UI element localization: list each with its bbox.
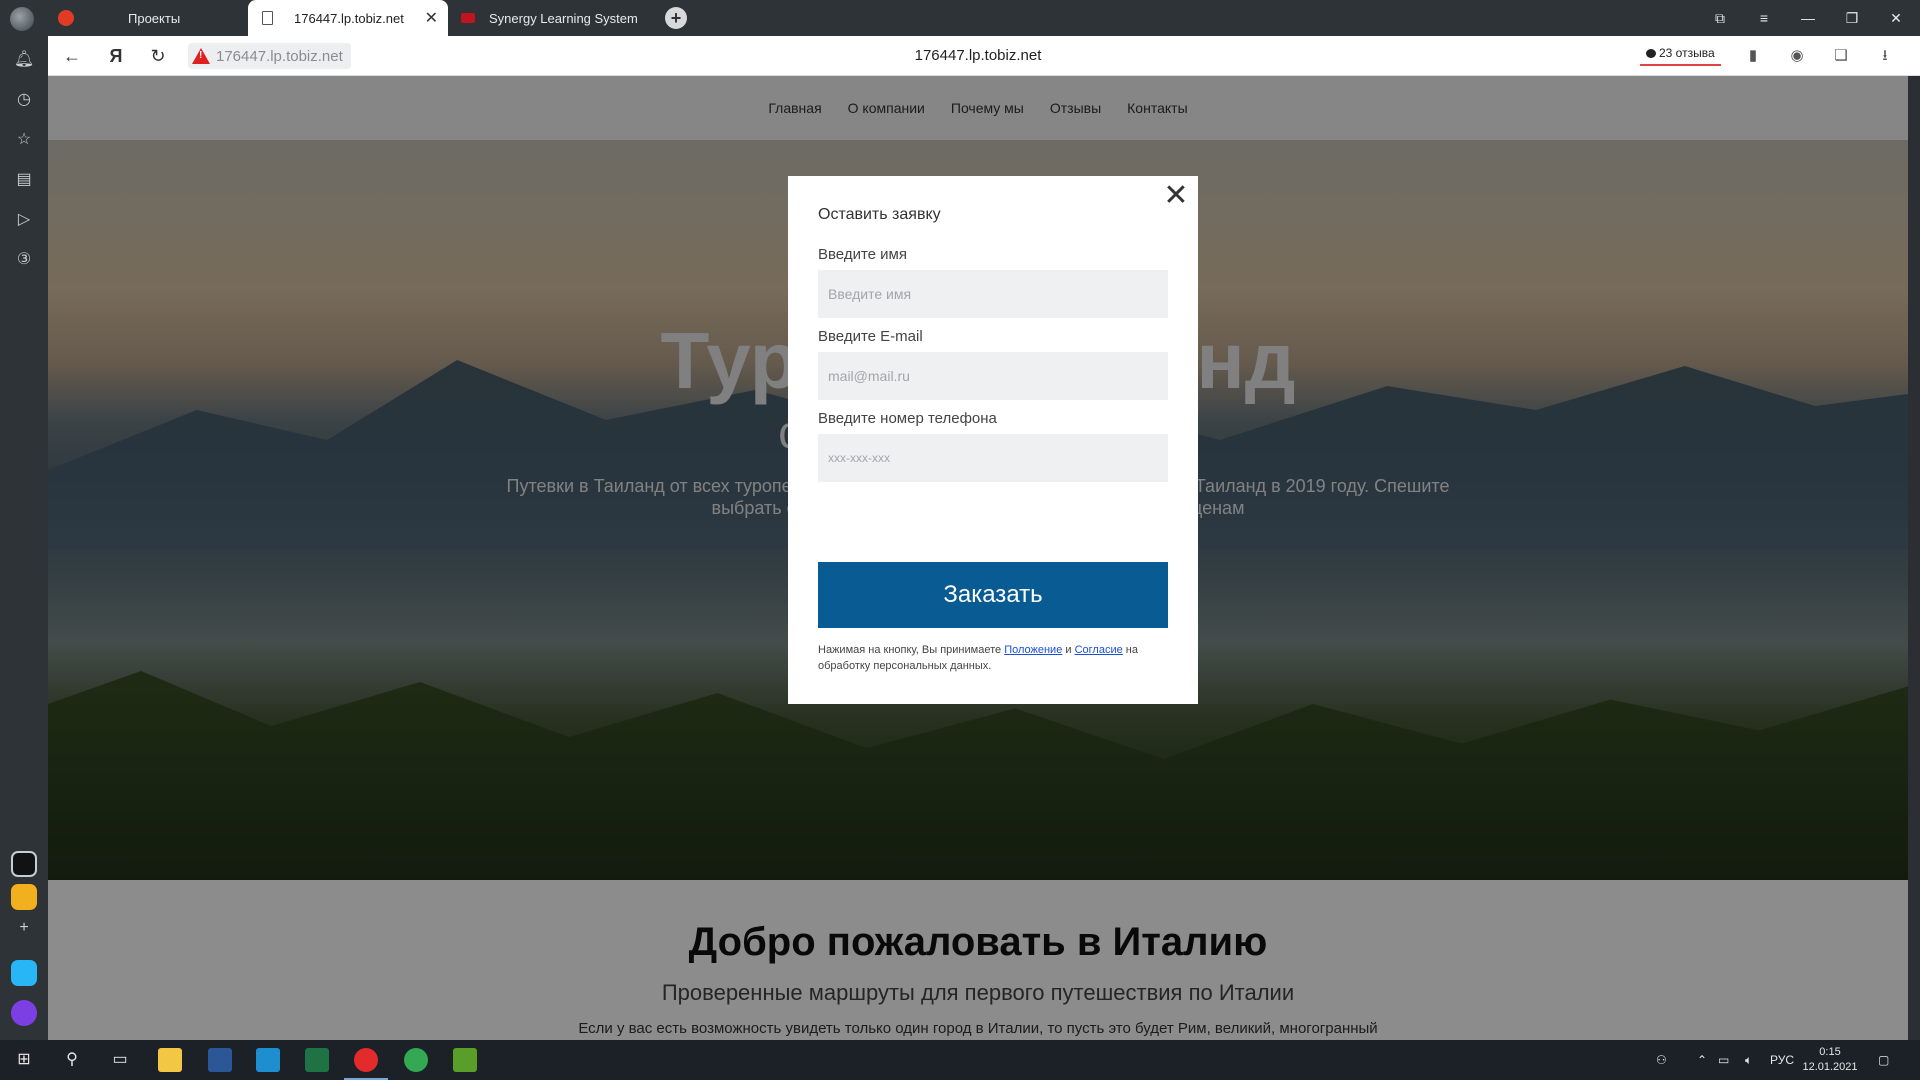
restore-button[interactable]: ❐ (1830, 0, 1874, 36)
email-label: Введите E-mail (818, 328, 923, 345)
menu-icon[interactable]: ≡ (1742, 0, 1786, 36)
messenger-app-icon[interactable] (11, 960, 37, 986)
regulation-link[interactable]: Положение (1004, 644, 1062, 656)
collections-icon[interactable]: ❏ (1830, 45, 1852, 67)
network-icon[interactable]: ▭ (1718, 1040, 1729, 1080)
bookmark-icon[interactable]: ▮ (1742, 45, 1764, 67)
new-tab-button[interactable]: + (665, 7, 687, 29)
tab-label: Проекты (128, 10, 181, 26)
search-icon[interactable]: ⚲ (60, 1048, 84, 1072)
people-icon[interactable]: ⚇ (1656, 1040, 1667, 1080)
browser-sidebar: 🔔︎ ◷ ☆ ▤ ▷ ③ + (0, 36, 48, 1040)
language-indicator[interactable]: РУС (1770, 1040, 1794, 1080)
tab-label: 176447.lp.tobiz.net (294, 10, 404, 26)
consent-text-and: и (1062, 644, 1075, 656)
store-icon[interactable] (256, 1048, 280, 1072)
reviews-count: 23 отзыва (1659, 46, 1715, 60)
profile-avatar[interactable] (10, 7, 34, 31)
play-icon[interactable]: ▷ (12, 208, 36, 232)
address-bar: ← Я ↻ 176447.lp.tobiz.net 176447.lp.tobi… (48, 36, 1920, 76)
name-input[interactable] (818, 270, 1168, 318)
tab-synergy[interactable]: Synergy Learning System (455, 0, 665, 36)
tab-projects[interactable]: Проекты (50, 0, 245, 36)
mail-app-icon[interactable] (11, 884, 37, 910)
tab-current-site[interactable]: 176447.lp.tobiz.net ✕ (248, 0, 448, 36)
tray-expand-icon[interactable]: ⌃ (1697, 1040, 1707, 1080)
chrome-icon[interactable] (404, 1048, 428, 1072)
yandex-browser-icon[interactable] (344, 1048, 388, 1080)
tab-strip: Проекты 176447.lp.tobiz.net ✕ Synergy Le… (0, 0, 1920, 36)
projects-favicon-icon (58, 10, 74, 26)
add-app-icon[interactable]: + (12, 916, 36, 940)
file-explorer-icon[interactable] (158, 1048, 182, 1072)
minimize-button[interactable]: — (1786, 0, 1830, 36)
consent-text: Нажимая на кнопку, Вы принимаете Положен… (818, 642, 1173, 674)
windows-start-icon[interactable]: ⊞ (12, 1048, 36, 1072)
history-icon[interactable]: ◷ (12, 88, 36, 112)
close-tab-icon[interactable]: ✕ (425, 8, 438, 28)
consent-text-start: Нажимая на кнопку, Вы принимаете (818, 644, 1005, 656)
voice-assistant-icon[interactable] (11, 1000, 37, 1026)
reviews-badge[interactable]: 23 отзыва (1640, 42, 1721, 66)
taskbar: ⊞ ⚲ ▭ ⚇ ⌃ ▭ 🔈︎ РУС 0:15 12.01.2021 ▢ (0, 1040, 1920, 1080)
alice-app-icon[interactable] (11, 851, 37, 877)
word-icon[interactable] (208, 1048, 232, 1072)
page-viewport: Главная О компании Почему мы Отзывы Конт… (48, 76, 1908, 1040)
excel-icon[interactable] (305, 1048, 329, 1072)
close-modal-icon[interactable]: ✕ (1162, 181, 1190, 211)
order-modal: ✕ Оставить заявку Введите имя Введите E-… (788, 176, 1198, 704)
clock[interactable]: 0:15 12.01.2021 (1800, 1045, 1860, 1075)
notifications-icon[interactable]: 🔔︎ (12, 48, 36, 72)
synergy-favicon-icon (461, 13, 475, 23)
task-view-icon[interactable]: ▭ (108, 1048, 132, 1072)
consent-link[interactable]: Согласие (1075, 644, 1123, 656)
tab-counter-icon[interactable]: ③ (12, 248, 36, 272)
clock-time: 0:15 (1819, 1046, 1841, 1058)
tab-manager-icon[interactable]: ⧉ (1698, 0, 1742, 36)
page-title: 176447.lp.tobiz.net (914, 47, 1042, 64)
document-icon (262, 11, 273, 25)
downloads-icon[interactable]: ⭳ (1874, 45, 1896, 67)
name-label: Введите имя (818, 246, 907, 263)
modal-title: Оставить заявку (818, 206, 941, 223)
tab-label: Synergy Learning System (489, 10, 638, 26)
email-input[interactable] (818, 352, 1168, 400)
notes-icon[interactable]: ▤ (12, 168, 36, 192)
favorites-icon[interactable]: ☆ (12, 128, 36, 152)
phone-label: Введите номер телефона (818, 410, 997, 427)
notifications-center-icon[interactable]: ▢ (1878, 1040, 1889, 1080)
protect-icon[interactable]: ◉ (1786, 45, 1808, 67)
order-button[interactable]: Заказать (818, 562, 1168, 628)
comment-icon (1646, 48, 1656, 58)
phone-input[interactable] (818, 434, 1168, 482)
clock-date: 12.01.2021 (1802, 1061, 1858, 1073)
app-k-icon[interactable] (453, 1048, 477, 1072)
close-window-button[interactable]: ✕ (1874, 0, 1918, 36)
volume-icon[interactable]: 🔈︎ (1745, 1040, 1752, 1080)
